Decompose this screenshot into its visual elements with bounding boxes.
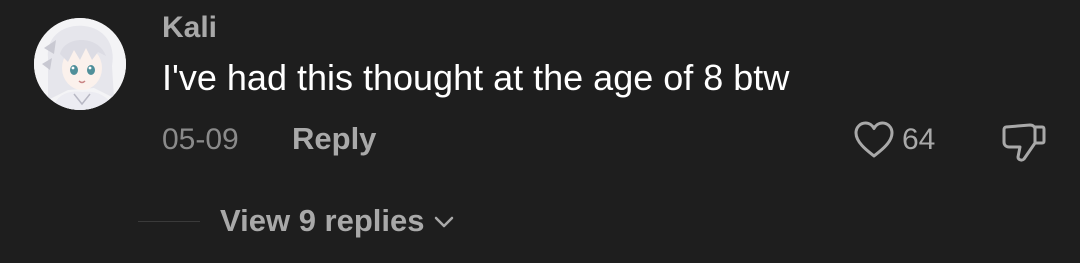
- dislike-button[interactable]: [1000, 119, 1048, 165]
- replies-divider: [138, 221, 200, 222]
- like-button[interactable]: 64: [852, 118, 935, 162]
- chevron-down-icon: [434, 216, 453, 228]
- like-count: 64: [902, 123, 936, 156]
- comment-date: 05-09: [162, 123, 239, 156]
- thumbs-down-outline-icon: [1002, 123, 1046, 162]
- comment-item: Kali I've had this thought at the age of…: [0, 0, 1080, 263]
- comment-text: I've had this thought at the age of 8 bt…: [162, 57, 790, 98]
- reply-button[interactable]: Reply: [292, 121, 376, 157]
- heart-outline-icon: [854, 121, 894, 158]
- view-replies-label: View 9 replies: [220, 203, 425, 238]
- view-replies-button[interactable]: View 9 replies: [220, 202, 455, 240]
- username[interactable]: Kali: [162, 10, 217, 46]
- avatar[interactable]: [34, 18, 126, 110]
- anime-girl-avatar-icon: [34, 18, 126, 110]
